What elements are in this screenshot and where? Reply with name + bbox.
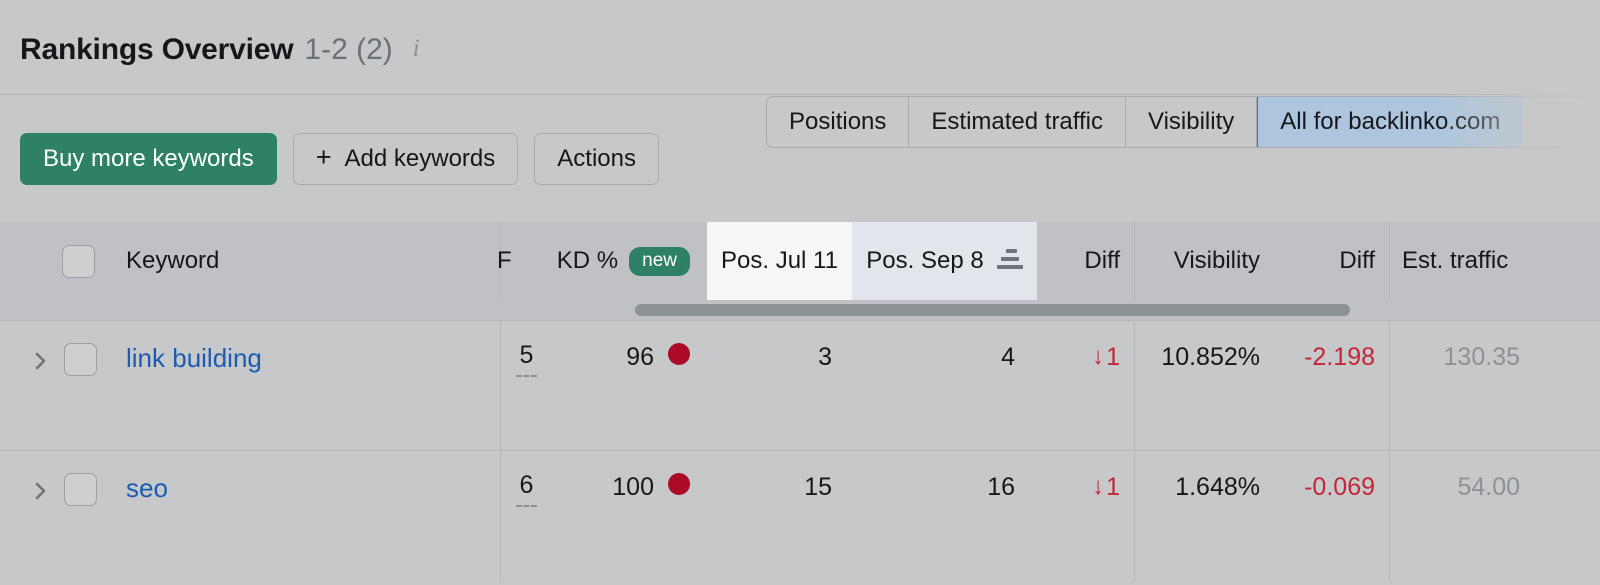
est-traffic-cell: 130.35	[1400, 321, 1520, 450]
result-range-count: 1-2 (2)	[304, 33, 392, 67]
kd-difficulty-dot	[668, 343, 690, 365]
table-header-row: Keyword F KD % new Pos. Jul 11 Pos. Sep …	[0, 222, 1600, 320]
row-select-checkbox[interactable]	[64, 473, 97, 506]
keyword-link[interactable]: link building	[126, 343, 262, 374]
diff-visibility-cell: -2.198	[1250, 321, 1375, 450]
pos-prev-cell: 3	[707, 321, 852, 450]
table-row[interactable]: seo 6 100 15 16 ↓ 1 1.648% -0.069 54.00	[0, 450, 1600, 580]
column-divider	[1389, 321, 1390, 451]
row-select-checkbox[interactable]	[64, 343, 97, 376]
tab-all-for-domain[interactable]: All for backlinko.com	[1257, 96, 1522, 148]
column-divider	[1389, 451, 1390, 581]
rankings-table: Keyword F KD % new Pos. Jul 11 Pos. Sep …	[0, 222, 1600, 585]
actions-button[interactable]: Actions	[534, 133, 659, 185]
info-icon[interactable]: i	[413, 36, 420, 61]
row-expand-toggle[interactable]	[28, 321, 58, 450]
visibility-cell: 10.852%	[1140, 321, 1260, 450]
arrow-down-icon: ↓	[1092, 473, 1104, 501]
chevron-right-icon	[28, 349, 52, 373]
kd-cell: 100	[450, 451, 690, 580]
header-visibility[interactable]: Visibility	[1140, 222, 1260, 300]
add-keywords-button[interactable]: + Add keywords	[293, 133, 519, 185]
horizontal-scrollbar-thumb[interactable]	[635, 304, 1350, 316]
keyword-cell: link building	[126, 321, 466, 450]
row-checkbox-cell	[64, 451, 104, 580]
keyword-link[interactable]: seo	[126, 473, 168, 504]
diff-positions-cell: ↓ 1	[1000, 451, 1120, 580]
view-mode-segmented-control: Positions Estimated traffic Visibility A…	[766, 96, 1600, 148]
row-expand-toggle[interactable]	[28, 451, 58, 580]
keyword-cell: seo	[126, 451, 466, 580]
chevron-right-icon	[28, 479, 52, 503]
plus-icon: +	[316, 144, 332, 171]
tab-estimated-traffic[interactable]: Estimated traffic	[909, 97, 1126, 147]
arrow-down-icon: ↓	[1092, 343, 1104, 371]
horizontal-scrollbar-track[interactable]	[0, 300, 1600, 320]
select-all-checkbox-cell	[62, 222, 102, 300]
diff-visibility-cell: -0.069	[1250, 451, 1375, 580]
diff-positions-value: 1	[1106, 343, 1120, 372]
header-pos-curr-label: Pos. Sep 8	[866, 247, 983, 275]
buy-more-keywords-button[interactable]: Buy more keywords	[20, 133, 277, 185]
kd-difficulty-dot	[668, 473, 690, 495]
kd-value: 96	[626, 343, 654, 372]
header-keyword[interactable]: Keyword	[126, 222, 326, 300]
column-divider	[1134, 321, 1135, 451]
header-diff-visibility[interactable]: Diff	[1250, 222, 1375, 300]
pos-prev-cell: 15	[707, 451, 852, 580]
panel-header: Rankings Overview 1-2 (2) i	[0, 6, 1600, 95]
header-diff-positions[interactable]: Diff	[1000, 222, 1120, 300]
header-est-traffic[interactable]: Est. traffic	[1402, 222, 1582, 300]
diff-positions-cell: ↓ 1	[1000, 321, 1120, 450]
tab-visibility[interactable]: Visibility	[1126, 97, 1257, 147]
column-divider	[1134, 222, 1135, 300]
table-row[interactable]: link building 5 96 3 4 ↓ 1 10.852% -2.19…	[0, 320, 1600, 450]
header-kd-label: KD %	[557, 247, 618, 275]
est-traffic-cell: 54.00	[1400, 451, 1520, 580]
diff-positions-value: 1	[1106, 473, 1120, 502]
select-all-checkbox[interactable]	[62, 245, 95, 278]
row-checkbox-cell	[64, 321, 104, 450]
header-pos-prev[interactable]: Pos. Jul 11	[707, 222, 852, 300]
page-title: Rankings Overview	[20, 33, 293, 67]
kd-new-badge: new	[629, 247, 690, 276]
tab-positions[interactable]: Positions	[767, 97, 909, 147]
kd-cell: 96	[450, 321, 690, 450]
column-divider	[1134, 451, 1135, 581]
toolbar: Buy more keywords + Add keywords Actions…	[0, 96, 1600, 221]
column-divider	[1389, 222, 1390, 300]
add-keywords-label: Add keywords	[345, 145, 496, 173]
visibility-cell: 1.648%	[1140, 451, 1260, 580]
rankings-overview-panel: Rankings Overview 1-2 (2) i Buy more key…	[0, 0, 1600, 585]
kd-value: 100	[612, 473, 654, 502]
header-kd[interactable]: KD % new	[400, 222, 690, 300]
